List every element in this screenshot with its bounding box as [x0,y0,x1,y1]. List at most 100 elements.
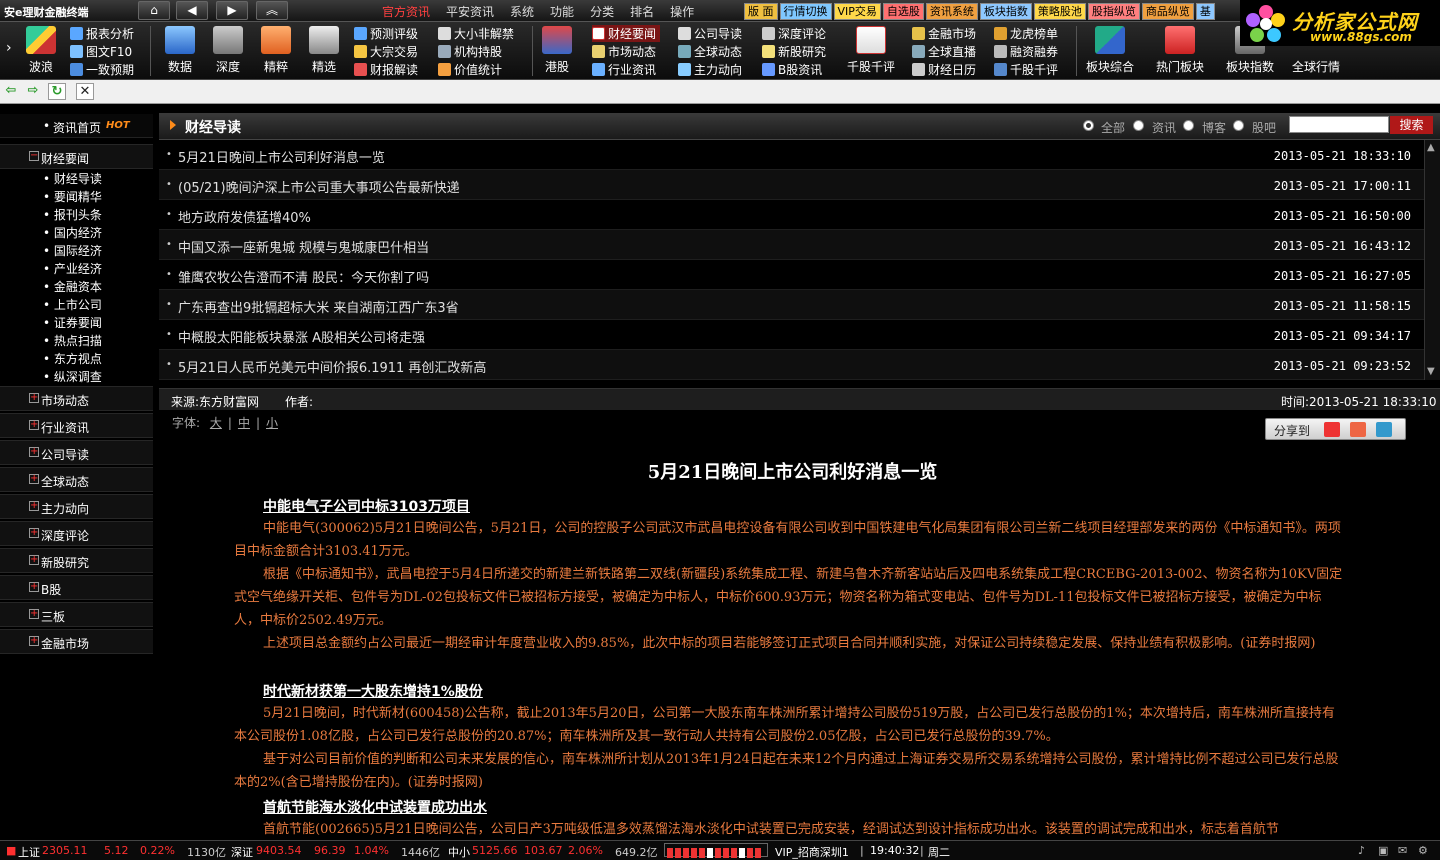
news-row[interactable]: • 中概股太阳能板块暴涨 A股相关公司将走强 2013-05-21 09:34:17 [159,320,1427,350]
forward-arrow-icon[interactable]: ⇨ [24,83,42,100]
tray-icon-bell[interactable]: ♪ [1358,844,1365,857]
font-medium-link[interactable]: 中 [238,416,250,430]
expand-icon[interactable]: + [29,501,39,511]
back-icon[interactable]: ◀ [176,1,208,20]
finance-headlines-button[interactable]: 财经要闻 [592,25,661,42]
qq-icon[interactable] [1376,422,1392,437]
quick-tab-quote-switch[interactable]: 行情切换 [779,3,832,20]
quick-tab-news-system[interactable]: 资讯系统 [925,3,978,20]
thousand-stock-review-button[interactable]: 千股千评 [994,61,1058,78]
global-dynamics-button[interactable]: 全球动态 [678,43,742,60]
sidebar-item-international-economy[interactable]: • 国际经济 [43,242,102,259]
sidebar-item-headline-essence[interactable]: • 要闻精华 [43,188,102,205]
expand-icon[interactable]: + [29,528,39,538]
expand-icon[interactable]: + [29,393,39,403]
forecast-rating-button[interactable]: 预测评级 [354,25,418,42]
sidebar-item-newspaper-headlines[interactable]: • 报刊头条 [43,206,102,223]
font-small-link[interactable]: 小 [266,416,278,430]
quick-tab-index-overview[interactable]: 股指纵览 [1087,3,1140,20]
quick-tab-strategy-pool[interactable]: 策略股池 [1033,3,1086,20]
sidebar-group-deep-review[interactable]: + 深度评论 [0,521,153,546]
menu-operation[interactable]: 操作 [662,3,702,20]
expand-icon[interactable]: + [29,474,39,484]
news-title[interactable]: 5月21日人民币兑美元中间价报6.1911 再创汇改新高 [178,357,486,376]
sidebar-item-listed-companies[interactable]: • 上市公司 [43,296,102,313]
refresh-icon[interactable]: ↻ [48,83,66,100]
news-row[interactable]: • 雏鹰农牧公告澄而不清 股民：今天你割了吗 2013-05-21 16:27:05 [159,260,1427,290]
news-row[interactable]: • 中国又添一座新鬼城 规模与鬼城康巴什相当 2013-05-21 16:43:12 [159,230,1427,260]
menu-pingan-news[interactable]: 平安资讯 [438,3,502,20]
financial-market-button[interactable]: 金融市场 [912,25,976,42]
menu-official-news[interactable]: 官方资讯 [374,3,438,20]
sidebar-group-main-force[interactable]: + 主力动向 [0,494,153,519]
sidebar-group-financial-market[interactable]: + 金融市场 [0,629,153,654]
collapse-icon[interactable]: − [29,151,39,161]
menu-function[interactable]: 功能 [542,3,582,20]
expand-icon[interactable]: + [29,636,39,646]
news-row[interactable]: • 地方政府发债猛增40% 2013-05-21 16:50:00 [159,200,1427,230]
sidebar-item-financial-capital[interactable]: • 金融资本 [43,278,102,295]
news-row[interactable]: • 广东再查出9批镉超标大米 来自湖南江西广东3省 2013-05-21 11:58… [159,290,1427,320]
sidebar-item-finance-guide[interactable]: • 财经导读 [43,170,102,187]
menu-system[interactable]: 系统 [502,3,542,20]
market-dynamics-button[interactable]: 市场动态 [592,43,660,60]
institution-holding-button[interactable]: 机构持股 [438,43,514,60]
sidebar-group-industry-news[interactable]: + 行业资讯 [0,413,153,438]
sidebar-group-headlines[interactable]: − 财经要闻 [0,144,153,169]
sidebar-group-b-share[interactable]: + B股 [0,575,153,600]
tray-icon-mail[interactable]: ✉ [1398,844,1407,857]
back-arrow-icon[interactable]: ⇦ [2,83,20,100]
news-title[interactable]: 中概股太阳能板块暴涨 A股相关公司将走强 [178,327,425,346]
sidebar-item-hot-scan[interactable]: • 热点扫描 [43,332,102,349]
news-title[interactable]: 广东再查出9批镉超标大米 来自湖南江西广东3省 [178,297,459,316]
toolbar-expand-icon[interactable]: › [6,40,12,56]
news-list-scrollbar[interactable]: ▲ ▼ [1424,140,1440,380]
deep-review-button[interactable]: 深度评论 [762,25,826,42]
quick-tab-sector-index[interactable]: 板块指数 [979,3,1032,20]
f10-button[interactable]: 图文F10 [70,43,134,60]
news-row[interactable]: • 5月21日人民币兑美元中间价报6.1911 再创汇改新高 2013-05-21 … [159,350,1427,380]
scroll-up-icon[interactable]: ▲ [1427,142,1435,153]
news-title[interactable]: 中国又添一座新鬼城 规模与鬼城康巴什相当 [178,237,429,256]
toolbar-wave-button[interactable]: 波浪 [26,24,56,78]
block-trade-button[interactable]: 大宗交易 [354,43,418,60]
scroll-down-icon[interactable]: ▼ [1427,366,1435,377]
finance-calendar-button[interactable]: 财经日历 [912,61,976,78]
main-force-button[interactable]: 主力动向 [678,61,742,78]
ipo-research-button[interactable]: 新股研究 [762,43,826,60]
toolbar-stock-review-button[interactable]: 千股千评 [846,24,896,78]
sidebar-group-market-dynamics[interactable]: + 市场动态 [0,386,153,411]
home-icon[interactable]: ⌂ [138,1,170,20]
consensus-forecast-button[interactable]: 一致预期 [70,61,134,78]
toolbar-data-button[interactable]: 数据 [163,24,197,78]
sidebar-home-item[interactable]: • 资讯首页 HOT [0,114,153,138]
search-input[interactable] [1289,116,1389,133]
toolbar-sector-composite-button[interactable]: 板块综合 [1084,24,1136,78]
quick-tab-commodity-overview[interactable]: 商品纵览 [1141,3,1194,20]
weibo-icon[interactable] [1324,422,1340,437]
unlock-button[interactable]: 大小非解禁 [438,25,514,42]
sidebar-item-eastern-view[interactable]: • 东方视点 [43,350,102,367]
sidebar-item-securities-news[interactable]: • 证券要闻 [43,314,102,331]
expand-icon[interactable]: + [29,582,39,592]
tray-icon-settings[interactable]: ⚙ [1418,844,1428,857]
b-share-news-button[interactable]: B股资讯 [762,61,826,78]
section-heading[interactable]: 中能电气子公司中标3103万项目 [263,496,470,516]
news-title[interactable]: 雏鹰农牧公告澄而不清 股民：今天你割了吗 [178,267,429,286]
toolbar-essence-button[interactable]: 精粹 [259,24,293,78]
filter-blog-radio[interactable] [1183,120,1194,131]
sidebar-group-third-board[interactable]: + 三板 [0,602,153,627]
report-analysis-button[interactable]: 报表分析 [70,25,134,42]
sidebar-group-ipo-research[interactable]: + 新股研究 [0,548,153,573]
sidebar-item-deep-investigation[interactable]: • 纵深调查 [43,368,102,385]
news-title[interactable]: (05/21)晚间沪深上市公司重大事项公告最新快递 [178,177,460,196]
expand-icon[interactable]: + [29,447,39,457]
filter-forum-radio[interactable] [1233,120,1244,131]
section-heading[interactable]: 时代新材获第一大股东增持1%股份 [263,681,483,701]
news-title[interactable]: 5月21日晚间上市公司利好消息一览 [178,147,385,166]
quick-tab-fund[interactable]: 基 [1195,3,1215,20]
quick-tab-layout[interactable]: 版 面 [744,3,778,20]
expand-icon[interactable]: + [29,420,39,430]
news-title[interactable]: 地方政府发债猛增40% [178,207,311,226]
expand-icon[interactable]: + [29,555,39,565]
